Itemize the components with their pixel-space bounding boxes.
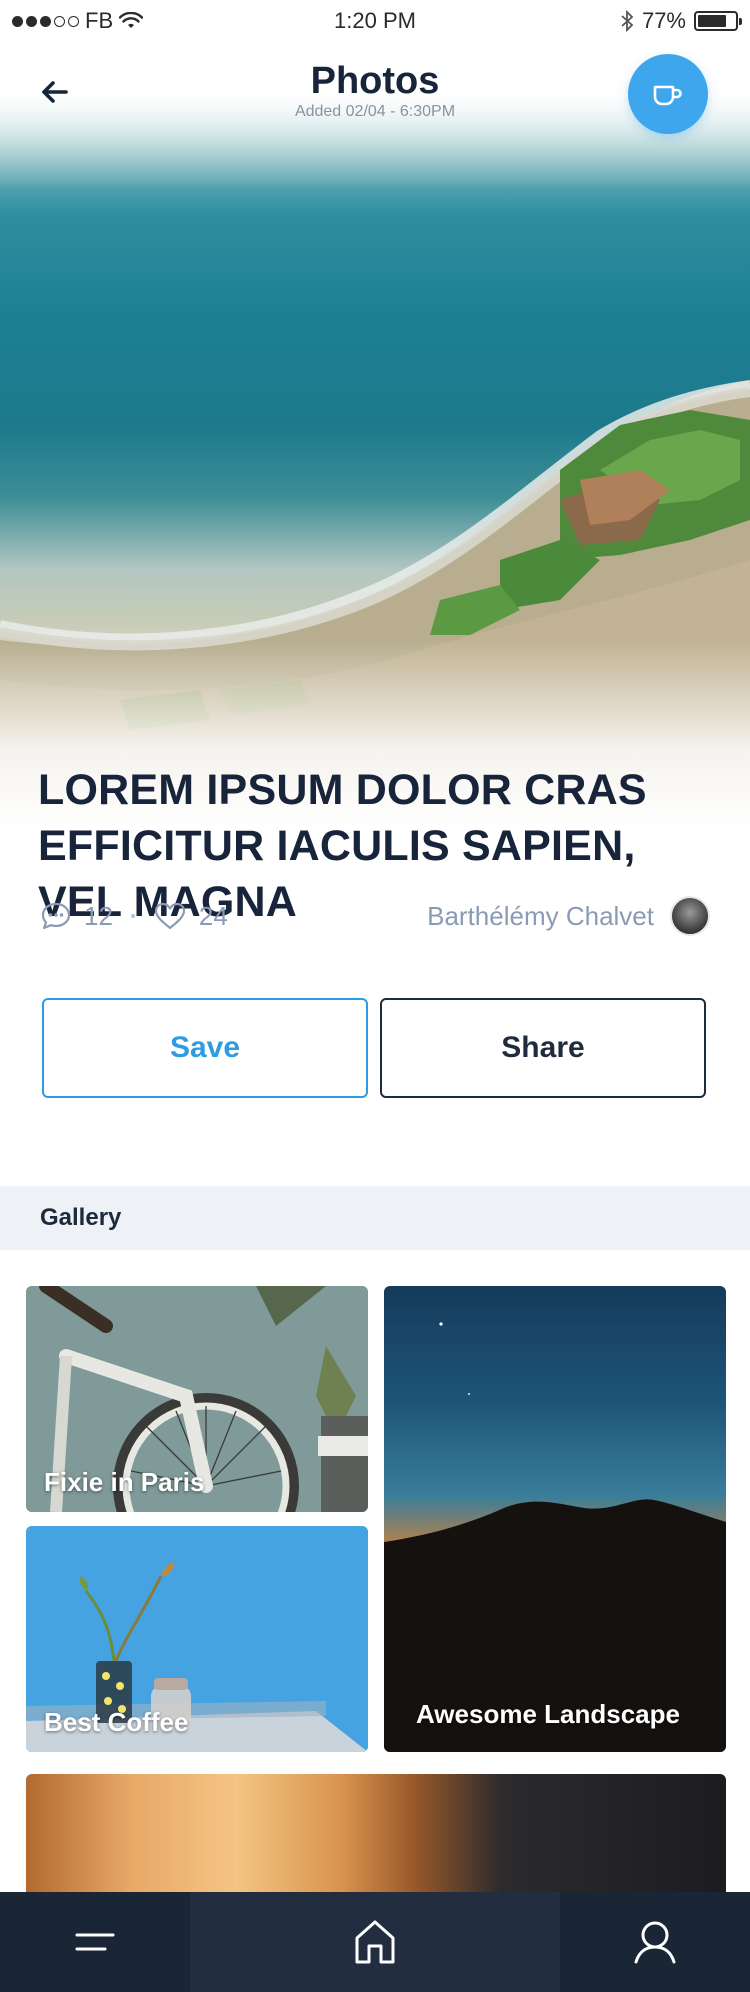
avatar bbox=[670, 896, 710, 936]
author-info[interactable]: Barthélémy Chalvet bbox=[427, 896, 710, 936]
menu-icon bbox=[75, 1933, 115, 1951]
save-button[interactable]: Save bbox=[42, 998, 368, 1098]
coffee-action-button[interactable] bbox=[628, 54, 708, 134]
battery-percent: 77% bbox=[641, 8, 686, 33]
article-meta: 12 24 Barthélémy Chalvet bbox=[40, 896, 710, 936]
comments-count-value: 12 bbox=[84, 900, 113, 931]
comment-icon bbox=[41, 902, 71, 930]
nav-home-button[interactable] bbox=[190, 1892, 560, 1992]
share-button[interactable]: Share bbox=[380, 998, 706, 1098]
hero-image bbox=[0, 0, 750, 890]
gallery-card-landscape[interactable]: Awesome Landscape bbox=[384, 1286, 726, 1752]
likes-count[interactable]: 24 bbox=[153, 901, 228, 932]
nav-profile-button[interactable] bbox=[560, 1892, 750, 1992]
meta-separator bbox=[130, 914, 135, 918]
bottom-nav bbox=[0, 1892, 750, 1992]
status-bar: FB 1:20 PM 77% bbox=[0, 0, 750, 40]
mountain-silhouette-illustration bbox=[384, 1322, 726, 1752]
gallery-card-label: Fixie in Paris bbox=[44, 1467, 205, 1497]
gallery-card-food[interactable] bbox=[26, 1774, 726, 1894]
gallery-card-fixie[interactable]: Fixie in Paris bbox=[26, 1286, 368, 1512]
heart-icon bbox=[154, 902, 186, 930]
nav-menu-button[interactable] bbox=[0, 1892, 190, 1992]
gallery-title: Gallery bbox=[40, 1204, 122, 1231]
coffee-cup-icon bbox=[653, 85, 682, 106]
home-icon bbox=[355, 1920, 395, 1964]
battery-icon bbox=[694, 11, 742, 31]
author-name: Barthélémy Chalvet bbox=[427, 900, 654, 931]
status-right: 77% bbox=[620, 8, 742, 34]
user-icon bbox=[634, 1921, 676, 1964]
gallery-card-label: Awesome Landscape bbox=[416, 1699, 680, 1729]
comments-count[interactable]: 12 bbox=[40, 901, 113, 932]
gallery-card-label: Best Coffee bbox=[44, 1707, 189, 1737]
likes-count-value: 24 bbox=[198, 900, 228, 931]
bluetooth-icon bbox=[621, 10, 634, 32]
gallery-card-coffee[interactable]: Best Coffee bbox=[26, 1526, 368, 1752]
gallery-section-header: Gallery bbox=[0, 1186, 750, 1250]
